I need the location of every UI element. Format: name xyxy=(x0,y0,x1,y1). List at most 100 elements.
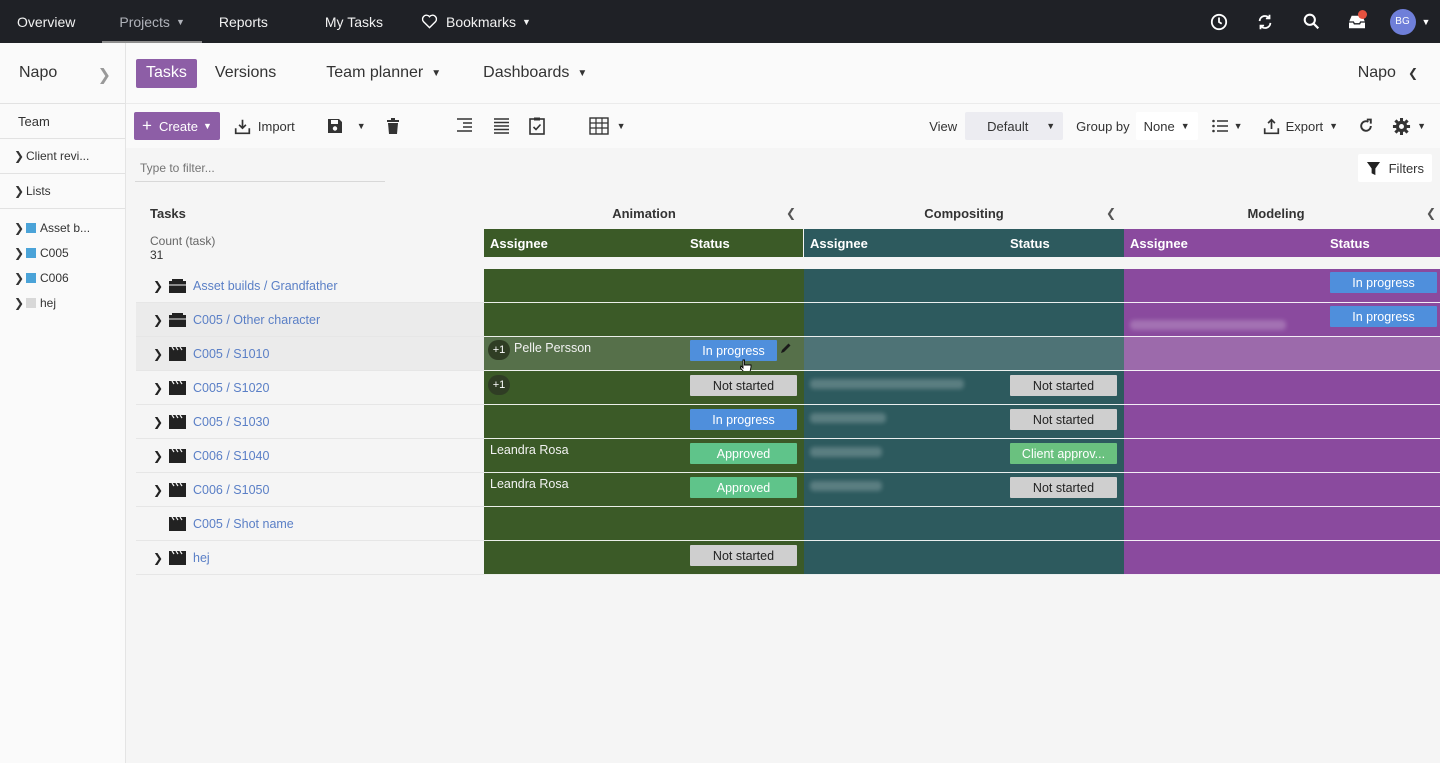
modeling-cell[interactable] xyxy=(1124,439,1440,473)
save-options-dropdown[interactable]: ▼ xyxy=(357,121,366,131)
tree-item-hej[interactable]: ❯ hej xyxy=(0,290,125,315)
extra-assignees-badge[interactable]: +1 xyxy=(488,340,510,360)
project-switcher[interactable]: Napo ❮ xyxy=(1358,64,1418,82)
status-badge[interactable]: Approved xyxy=(690,443,797,464)
nav-overview[interactable]: Overview xyxy=(0,0,92,43)
modeling-cell[interactable] xyxy=(1124,541,1440,575)
col-animation-assignee[interactable]: Assignee xyxy=(484,229,684,257)
task-link[interactable]: C006 / S1050 xyxy=(193,483,269,497)
task-link[interactable]: C005 / S1020 xyxy=(193,381,269,395)
animation-cell[interactable] xyxy=(484,303,804,337)
collapse-compositing-button[interactable]: ❮ xyxy=(1106,198,1116,228)
chevron-right-icon[interactable]: ❯ xyxy=(147,279,169,293)
col-compositing-status[interactable]: Status xyxy=(1004,229,1124,257)
filter-input[interactable] xyxy=(135,154,385,182)
list-options-button[interactable]: ▼ xyxy=(1211,119,1243,133)
compositing-cell[interactable] xyxy=(804,507,1124,541)
chevron-right-icon[interactable]: ❯ xyxy=(147,313,169,327)
animation-cell[interactable] xyxy=(484,269,804,303)
status-badge[interactable]: Not started xyxy=(1010,375,1117,396)
status-badge[interactable]: In progress xyxy=(690,409,797,430)
grid-view-dropdown[interactable]: ▼ xyxy=(617,121,626,131)
table-row[interactable]: ❯ C005 / Other character In progress xyxy=(136,303,1440,337)
refresh-button[interactable] xyxy=(1358,118,1374,134)
table-row[interactable]: C005 / Shot name xyxy=(136,507,1440,541)
col-modeling-status[interactable]: Status xyxy=(1324,229,1440,257)
nav-reports[interactable]: Reports xyxy=(202,0,285,43)
task-link[interactable]: hej xyxy=(193,551,210,565)
tab-versions[interactable]: Versions xyxy=(205,59,286,88)
status-badge[interactable]: Not started xyxy=(1010,409,1117,430)
user-menu[interactable]: BG ▼ xyxy=(1380,0,1440,43)
modeling-cell[interactable] xyxy=(1124,405,1440,439)
status-badge[interactable]: Not started xyxy=(690,375,797,396)
chevron-right-icon[interactable]: ❯ xyxy=(98,65,111,85)
tab-dashboards[interactable]: Dashboards ▼ xyxy=(473,59,597,88)
table-row[interactable]: ❯ hej Not started xyxy=(136,541,1440,575)
nav-projects[interactable]: Projects ▼ xyxy=(102,0,202,43)
view-select[interactable]: Default ▼ xyxy=(965,112,1064,140)
group-by-select[interactable]: None ▼ xyxy=(1135,112,1198,140)
status-badge[interactable]: In progress xyxy=(1330,272,1437,293)
import-button[interactable]: Import xyxy=(234,118,295,135)
col-compositing-assignee[interactable]: Assignee xyxy=(804,229,1004,257)
table-row[interactable]: ❯ C005 / S1030 In progress Not started xyxy=(136,405,1440,439)
filters-button[interactable]: Filters xyxy=(1357,154,1432,182)
table-row[interactable]: ❯ C006 / S1050 Leandra Rosa Approved Not… xyxy=(136,473,1440,507)
tab-team-planner[interactable]: Team planner ▼ xyxy=(316,59,451,88)
table-row[interactable]: ❯ C005 / S1020 +1 Not started Not starte… xyxy=(136,371,1440,405)
chevron-right-icon[interactable]: ❯ xyxy=(147,483,169,497)
task-link[interactable]: Asset builds / Grandfather xyxy=(193,279,338,293)
task-link[interactable]: C005 / S1010 xyxy=(193,347,269,361)
status-badge[interactable]: Not started xyxy=(690,545,797,566)
compositing-cell[interactable] xyxy=(804,303,1124,337)
task-link[interactable]: C005 / Other character xyxy=(193,313,320,327)
status-badge[interactable]: Not started xyxy=(1010,477,1117,498)
table-row[interactable]: ❯ C005 / S1010 +1 Pelle Persson In progr… xyxy=(136,337,1440,373)
status-badge[interactable]: Approved xyxy=(690,477,797,498)
tab-tasks[interactable]: Tasks xyxy=(136,58,197,88)
tree-item-c006[interactable]: ❯ C006 xyxy=(0,265,125,290)
task-link[interactable]: C005 / S1030 xyxy=(193,415,269,429)
collapse-modeling-button[interactable]: ❮ xyxy=(1426,198,1436,228)
settings-button[interactable]: ▼ xyxy=(1392,117,1426,136)
chevron-right-icon[interactable]: ❯ xyxy=(147,551,169,565)
sidebar-project-title[interactable]: Napo ❯ xyxy=(0,43,125,104)
chevron-right-icon[interactable]: ❯ xyxy=(147,449,169,463)
status-badge[interactable]: In progress xyxy=(1330,306,1437,327)
compositing-cell[interactable] xyxy=(804,269,1124,303)
extra-assignees-badge[interactable]: +1 xyxy=(488,375,510,395)
modeling-cell[interactable] xyxy=(1124,371,1440,405)
chevron-right-icon[interactable]: ❯ xyxy=(147,381,169,395)
chevron-right-icon[interactable]: ❯ xyxy=(147,347,169,361)
grid-view-button[interactable] xyxy=(588,117,609,135)
table-row[interactable]: ❯ C006 / S1040 Leandra Rosa Approved Cli… xyxy=(136,439,1440,473)
save-button[interactable] xyxy=(327,118,343,134)
create-button[interactable]: + Create ▼ xyxy=(134,112,220,140)
col-modeling-assignee[interactable]: Assignee xyxy=(1124,229,1324,257)
sidebar-item-team[interactable]: Team xyxy=(0,104,125,139)
nav-my-tasks[interactable]: My Tasks xyxy=(308,0,400,43)
inbox-icon[interactable] xyxy=(1334,0,1380,43)
compositing-cell[interactable] xyxy=(804,337,1124,371)
task-link[interactable]: C005 / Shot name xyxy=(193,517,294,531)
table-row[interactable]: ❯ Asset builds / Grandfather In progress xyxy=(136,269,1440,303)
modeling-cell[interactable] xyxy=(1124,473,1440,507)
sidebar-item-lists[interactable]: ❯ Lists xyxy=(0,174,125,209)
indent-button[interactable] xyxy=(456,118,473,134)
delete-button[interactable] xyxy=(386,118,400,134)
export-button[interactable]: Export ▼ xyxy=(1263,117,1338,135)
sidebar-item-client-review[interactable]: ❯ Client revi... xyxy=(0,139,125,174)
status-badge[interactable]: In progress xyxy=(690,340,777,361)
search-icon[interactable] xyxy=(1288,0,1334,43)
pencil-icon[interactable] xyxy=(780,342,792,357)
chevron-right-icon[interactable]: ❯ xyxy=(147,415,169,429)
density-button[interactable] xyxy=(493,118,510,134)
col-animation-status[interactable]: Status xyxy=(684,229,803,257)
clock-icon[interactable] xyxy=(1196,0,1242,43)
nav-bookmarks[interactable]: Bookmarks ▼ xyxy=(404,0,548,43)
checklist-button[interactable] xyxy=(528,117,545,135)
modeling-cell[interactable] xyxy=(1124,507,1440,541)
animation-cell[interactable] xyxy=(484,507,804,541)
status-badge[interactable]: Client approv... xyxy=(1010,443,1117,464)
